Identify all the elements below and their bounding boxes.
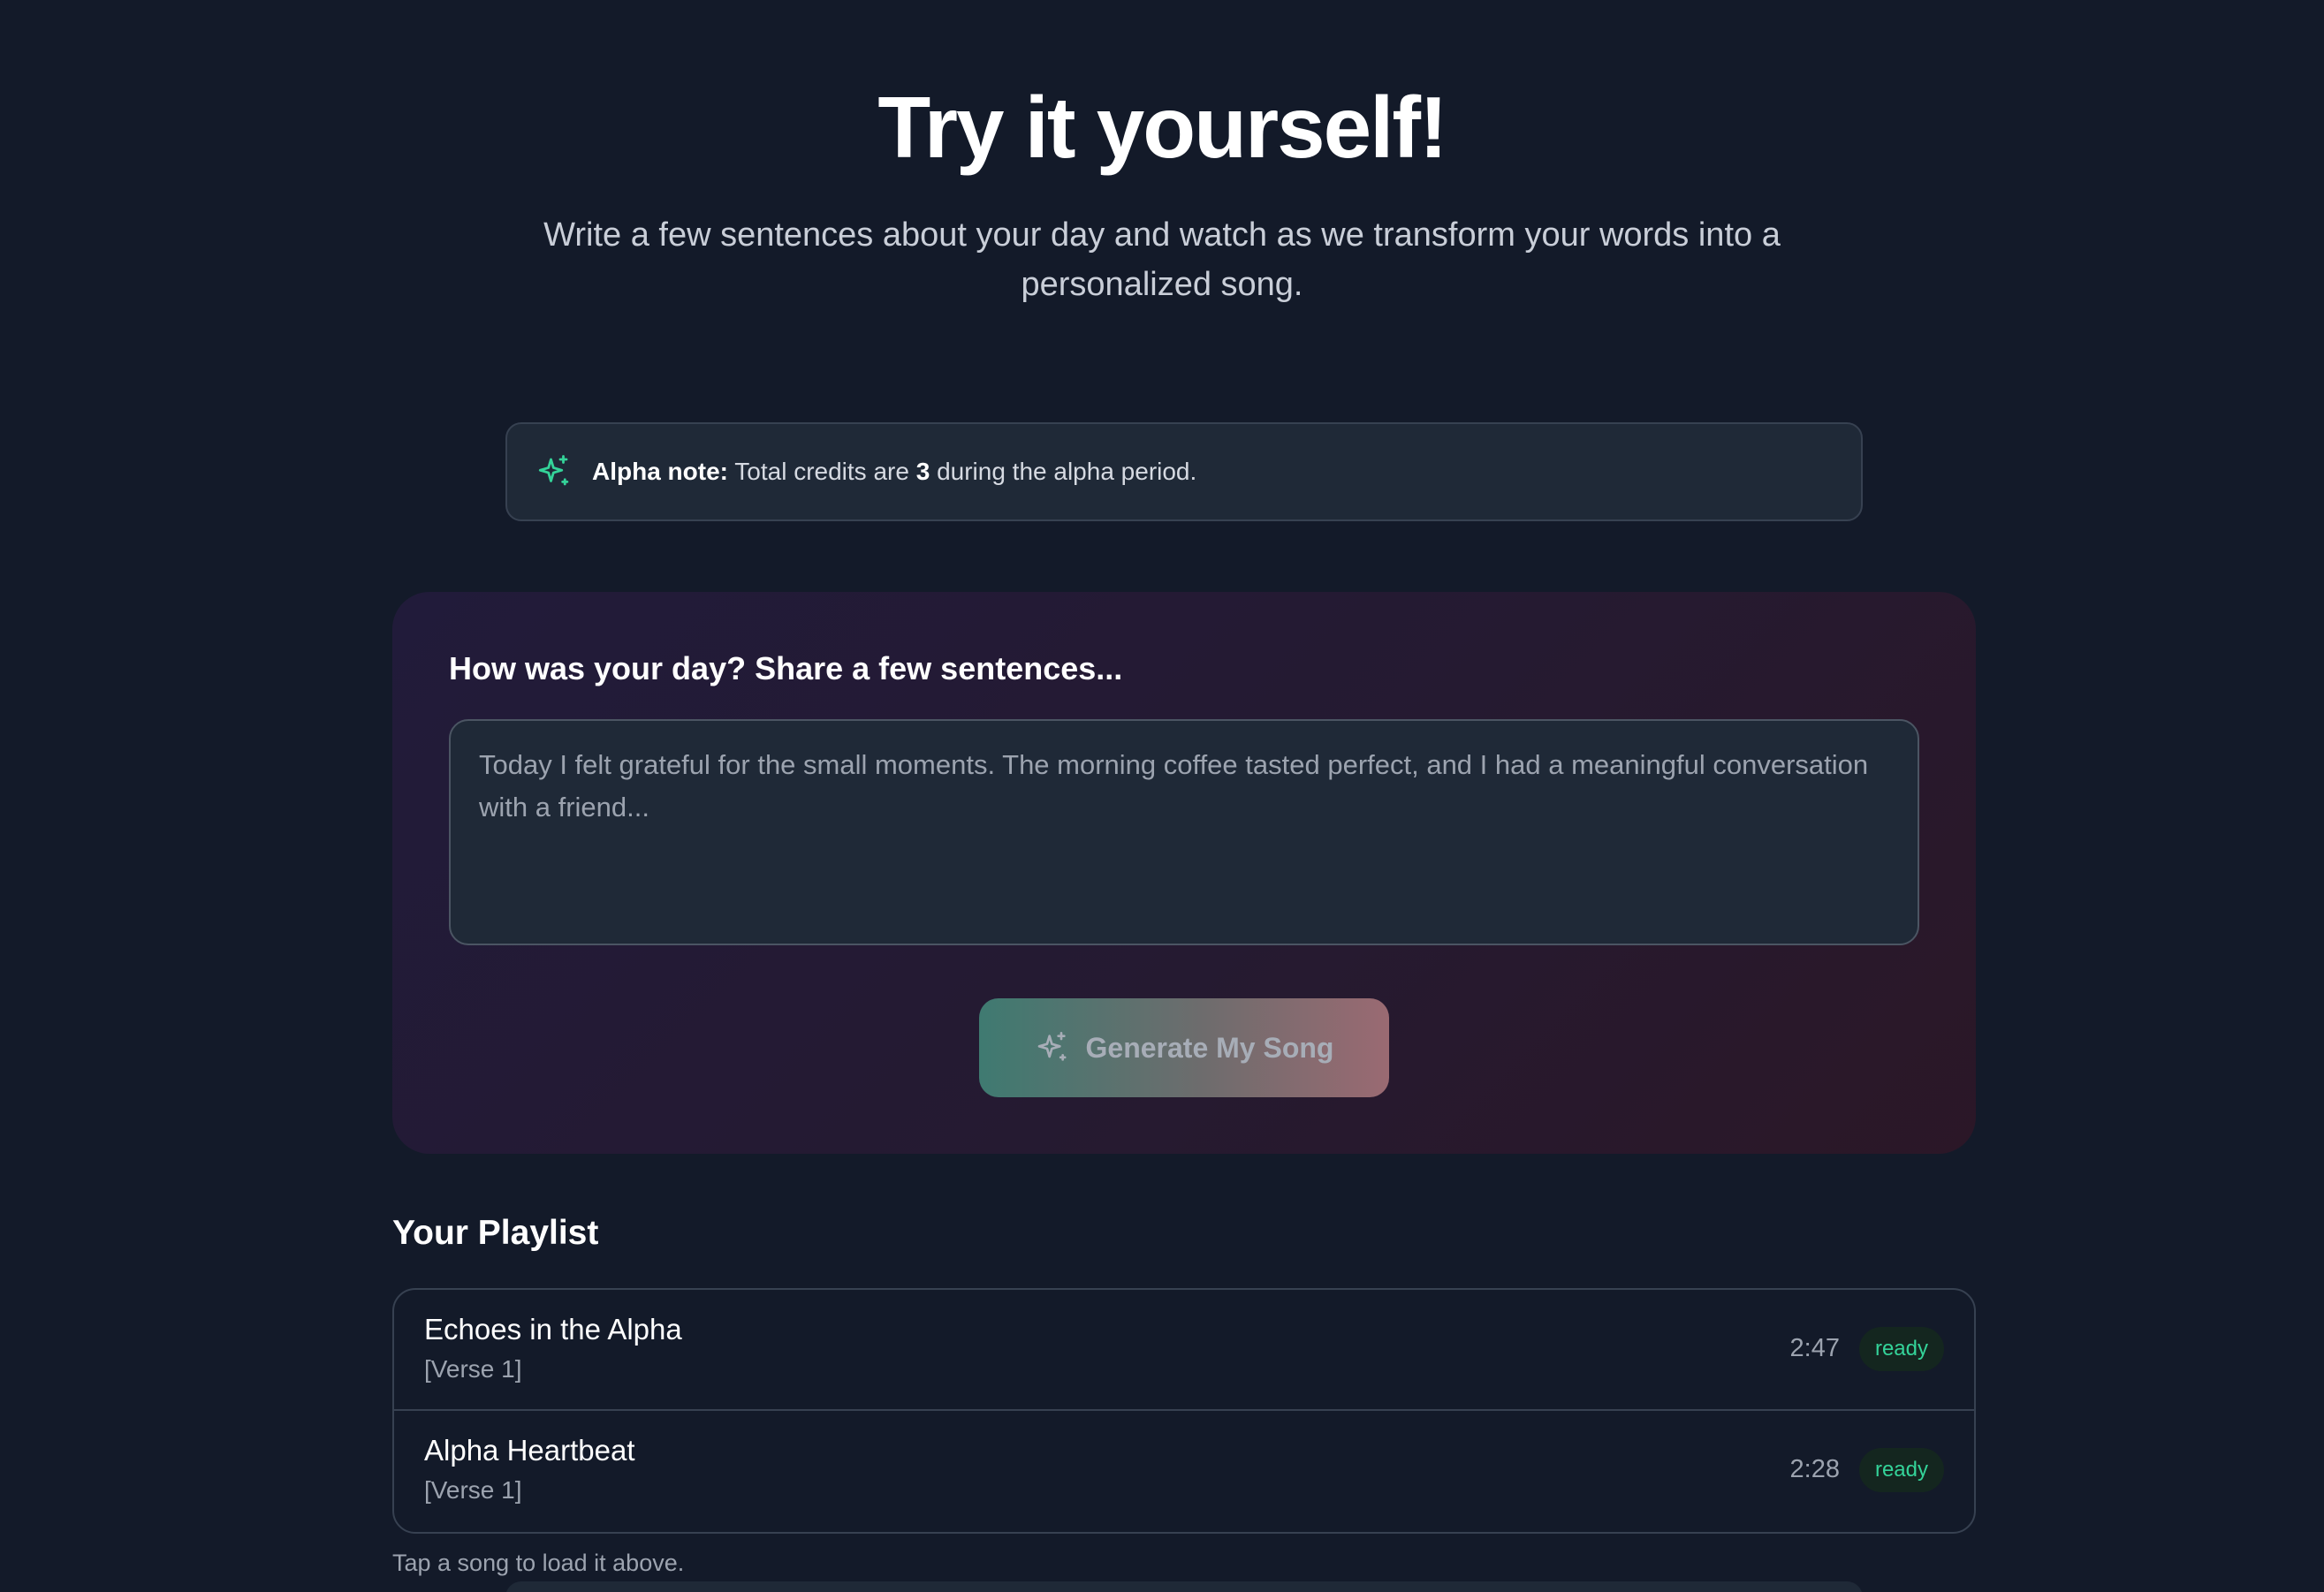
page: Try it yourself! Write a few sentences a… [0, 0, 2324, 1592]
song-duration: 2:47 [1789, 1334, 1840, 1362]
playlist-title: Your Playlist [392, 1214, 599, 1252]
alpha-note-after: during the alpha period. [937, 458, 1197, 485]
song-composer-card: How was your day? Share a few sentences.… [392, 592, 1976, 1154]
alpha-note-banner: Alpha note: Total credits are 3 during t… [505, 422, 1863, 521]
generate-song-button[interactable]: Generate My Song [979, 998, 1389, 1097]
alpha-note-label: Alpha note: [592, 458, 728, 485]
song-subtitle: [Verse 1] [424, 1476, 522, 1504]
status-badge: ready [1858, 1448, 1944, 1492]
page-title: Try it yourself! [877, 79, 1447, 176]
playlist-item[interactable]: Echoes in the Alpha [Verse 1] 2:47 ready [394, 1290, 1974, 1411]
alpha-note-credits: 3 [915, 458, 930, 485]
playlist-item[interactable]: Alpha Heartbeat [Verse 1] 2:28 ready [394, 1411, 1974, 1532]
generate-song-label: Generate My Song [1085, 1031, 1334, 1064]
page-subtitle: Write a few sentences about your day and… [543, 216, 1781, 303]
player-card-edge [505, 1581, 1863, 1592]
song-duration: 2:28 [1789, 1455, 1840, 1483]
playlist-hint: Tap a song to load it above. [392, 1550, 685, 1576]
alpha-note-before: Total credits are [734, 458, 909, 485]
song-title: Echoes in the Alpha [424, 1313, 682, 1346]
day-description-input[interactable] [449, 719, 1919, 945]
sparkles-icon [538, 455, 569, 486]
status-badge: ready [1858, 1327, 1944, 1371]
alpha-note-text: Alpha note: Total credits are 3 during t… [592, 458, 1196, 486]
song-subtitle: [Verse 1] [424, 1355, 522, 1383]
playlist: Echoes in the Alpha [Verse 1] 2:47 ready… [392, 1288, 1976, 1534]
composer-label: How was your day? Share a few sentences.… [449, 650, 1123, 686]
sparkles-icon [1037, 1032, 1067, 1061]
song-title: Alpha Heartbeat [424, 1434, 635, 1467]
